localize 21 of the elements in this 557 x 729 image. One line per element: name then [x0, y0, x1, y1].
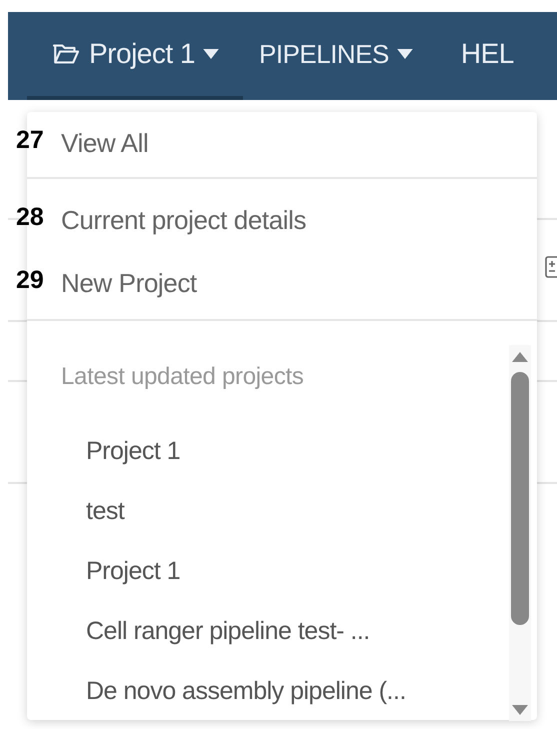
scroll-up-icon[interactable] [512, 352, 528, 362]
annotation-number: 28 [16, 203, 44, 232]
nav-tab[interactable]: Project 1 [27, 12, 243, 100]
annotation-number: 29 [16, 266, 44, 295]
menu-item[interactable]: View All [61, 124, 148, 163]
section-heading: Latest updated projects [60, 362, 304, 392]
scrollbar-thumb[interactable] [511, 372, 529, 625]
clipboard-icon [545, 254, 557, 278]
scroll-down-icon[interactable] [512, 705, 528, 715]
project-item[interactable]: Project 1 [27, 421, 180, 481]
project-item[interactable]: test [27, 481, 124, 541]
project-item[interactable]: Cell ranger pipeline test- ... [27, 601, 370, 661]
project-item[interactable]: Project 1 [27, 541, 180, 601]
menu-item[interactable]: Current project details [61, 201, 306, 240]
nav-tab[interactable]: HEL [436, 12, 538, 100]
scrollbar[interactable] [509, 345, 531, 721]
project-item[interactable]: De novo assembly pipeline (... [27, 661, 406, 721]
annotation-number: 27 [16, 126, 44, 155]
folder-icon [51, 42, 81, 66]
nav-tab[interactable]: PIPELINES [243, 12, 437, 100]
menu-item[interactable]: New Project [61, 264, 197, 303]
